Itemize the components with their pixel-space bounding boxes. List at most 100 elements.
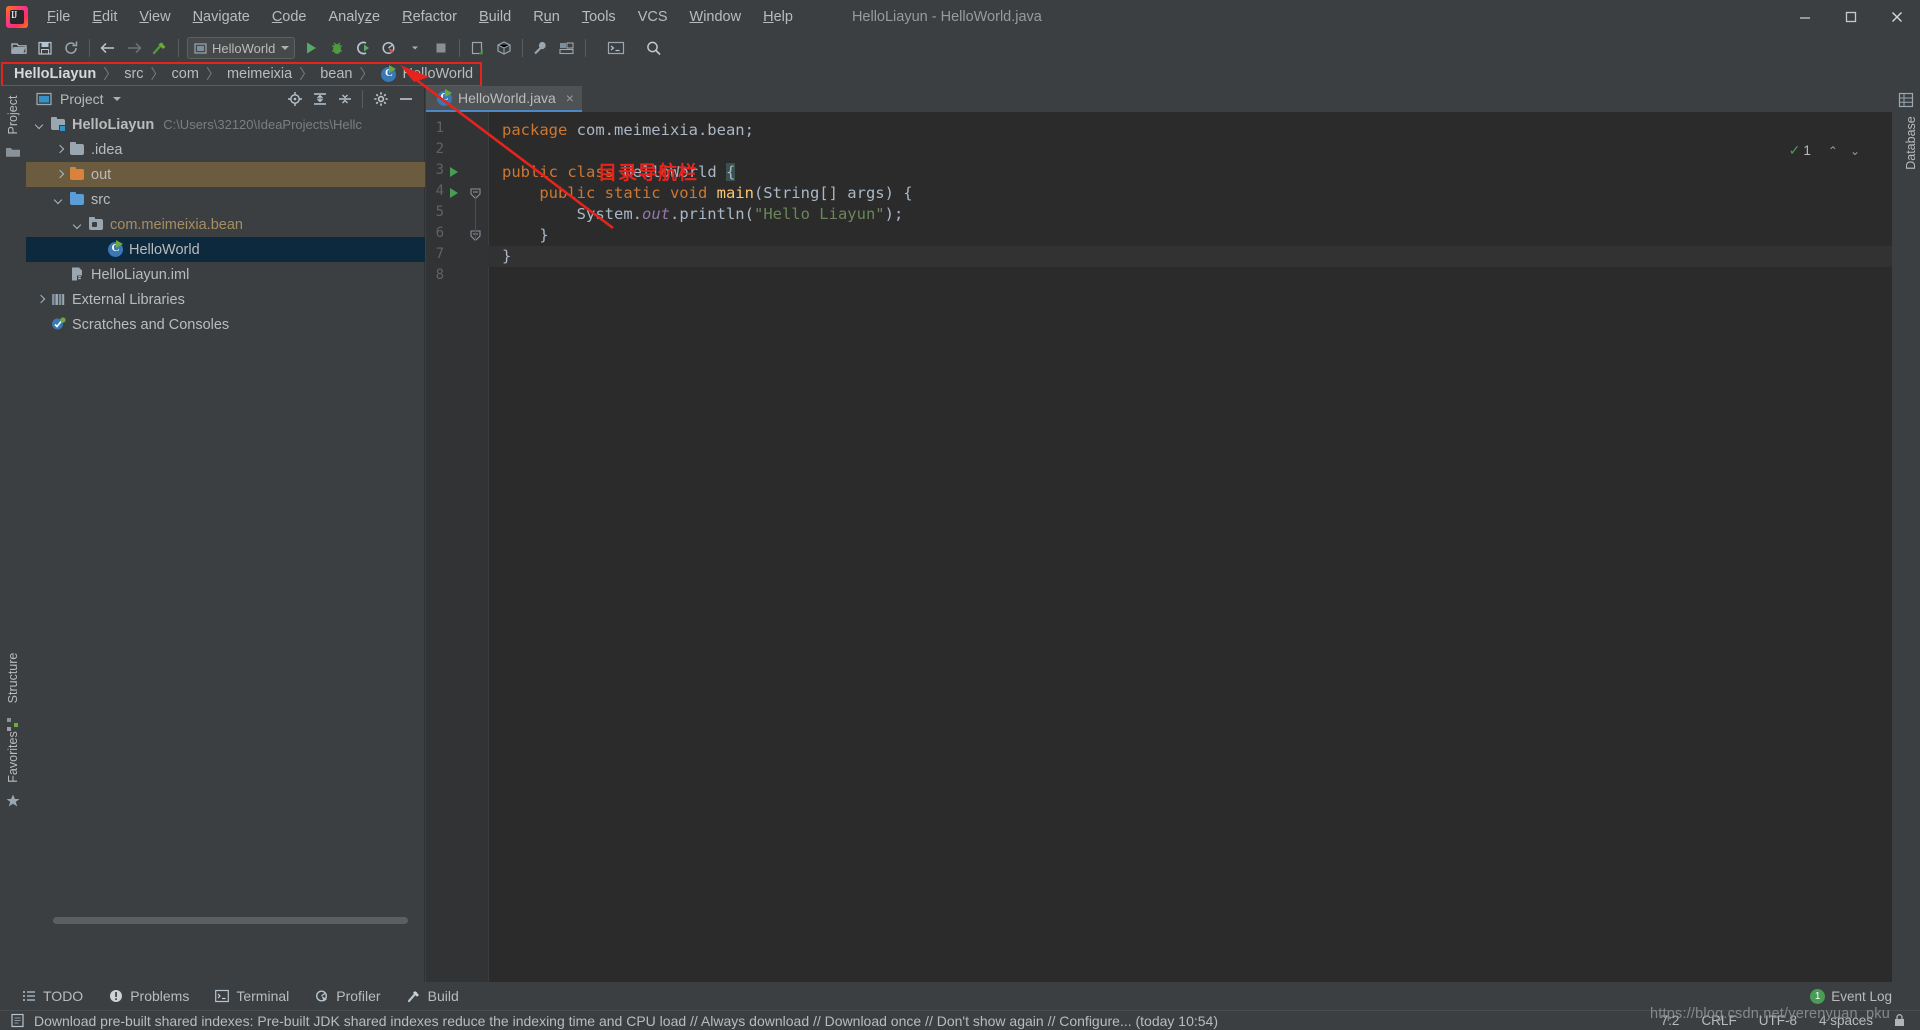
forward-arrow-icon[interactable] bbox=[121, 36, 147, 60]
run-gutter-icon[interactable] bbox=[450, 167, 458, 177]
project-horizontal-scrollbar[interactable] bbox=[53, 916, 423, 925]
locate-icon[interactable] bbox=[282, 88, 307, 110]
folder-icon[interactable] bbox=[5, 144, 21, 160]
project-structure-icon[interactable] bbox=[554, 36, 580, 60]
settings-gear-icon[interactable] bbox=[368, 88, 393, 110]
menu-item-refactor[interactable]: Refactor bbox=[391, 4, 468, 30]
profile-icon[interactable] bbox=[376, 36, 402, 60]
star-icon[interactable] bbox=[5, 793, 21, 809]
lock-icon[interactable] bbox=[1893, 1013, 1906, 1028]
tree-node-out[interactable]: out bbox=[26, 162, 425, 187]
stop-icon[interactable] bbox=[428, 36, 454, 60]
menu-item-build[interactable]: Build bbox=[468, 4, 522, 30]
tree-node-external-libraries[interactable]: External Libraries bbox=[26, 287, 425, 312]
code-content[interactable]: package com.meimeixia.bean; public class … bbox=[488, 112, 1892, 982]
status-button-profiler[interactable]: Profiler bbox=[315, 988, 381, 1004]
status-button-build[interactable]: Build bbox=[407, 988, 459, 1004]
navigation-breadcrumb-bar[interactable]: HelloLiayun 〉 src 〉 com 〉 meimeixia 〉 bean 〉 Hello… bbox=[0, 62, 1920, 86]
project-tree[interactable]: HelloLiayun C:\Users\32120\IdeaProjects\H… bbox=[26, 112, 425, 337]
breadcrumb-bean[interactable]: bean bbox=[320, 66, 352, 82]
debug-icon[interactable] bbox=[324, 36, 350, 60]
menu-item-run[interactable]: Run bbox=[522, 4, 571, 30]
tree-node-src[interactable]: src bbox=[26, 187, 425, 212]
code-line-1[interactable]: package com.meimeixia.bean; bbox=[502, 120, 754, 141]
breadcrumb-helloworld[interactable]: HelloWorld bbox=[380, 65, 473, 82]
scrollbar-thumb[interactable] bbox=[53, 917, 408, 924]
status-button-terminal[interactable]: Terminal bbox=[215, 988, 289, 1004]
tree-node-com-meimeixia-bean[interactable]: com.meimeixia.bean bbox=[26, 212, 425, 237]
code-line-5[interactable]: System.out.println("Hello Liayun"); bbox=[502, 204, 904, 225]
menu-item-navigate[interactable]: Navigate bbox=[182, 4, 261, 30]
breadcrumb-src[interactable]: src bbox=[124, 66, 143, 82]
chevron-right-icon[interactable] bbox=[53, 168, 66, 181]
menu-item-code[interactable]: Code bbox=[261, 4, 318, 30]
chevron-down-icon-project[interactable] bbox=[112, 97, 121, 101]
sync-icon[interactable] bbox=[58, 36, 84, 60]
run-configuration-selector[interactable]: HelloWorld bbox=[187, 37, 296, 59]
settings-wrench-icon[interactable] bbox=[528, 36, 554, 60]
status-button-todo[interactable]: TODO bbox=[22, 988, 83, 1004]
maximize-button[interactable] bbox=[1828, 0, 1874, 34]
hide-panel-icon[interactable] bbox=[393, 88, 418, 110]
editor-tab-helloworld[interactable]: HelloWorld.java × bbox=[426, 86, 582, 112]
inspection-next-icon[interactable]: ⌄ bbox=[1850, 144, 1860, 158]
tree-node-label: HelloWorld bbox=[129, 241, 200, 258]
code-line-4[interactable]: public static void main(String[] args) { bbox=[502, 183, 912, 204]
close-icon[interactable]: × bbox=[566, 90, 574, 106]
chevron-right-icon[interactable] bbox=[53, 143, 66, 156]
tool-window-button-structure[interactable]: Structure bbox=[6, 643, 20, 713]
editor-gutter[interactable]: 1 2 3 4 5 6 7 8 bbox=[426, 112, 488, 982]
breadcrumb-meimeixia[interactable]: meimeixia bbox=[227, 66, 292, 82]
chevron-down-icon-2[interactable] bbox=[402, 36, 428, 60]
database-grid-icon[interactable] bbox=[1898, 92, 1914, 108]
folder-gray-icon bbox=[69, 141, 86, 158]
status-tool-buttons: TODO Problems Terminal Profiler Build bbox=[0, 982, 1920, 1010]
code-editor[interactable]: 12345678 package com.meimeixia.bean; publ… bbox=[426, 112, 1892, 982]
code-line-7[interactable]: } bbox=[488, 246, 1892, 267]
back-arrow-icon[interactable] bbox=[95, 36, 121, 60]
package-icon[interactable] bbox=[491, 36, 517, 60]
notification-text[interactable]: Download pre-built shared indexes: Pre-b… bbox=[34, 1013, 1218, 1029]
tree-node--idea[interactable]: .idea bbox=[26, 137, 425, 162]
inspection-widget[interactable]: ✓ 1 ⌃ ⌄ bbox=[1789, 142, 1866, 159]
menu-item-tools[interactable]: Tools bbox=[571, 4, 627, 30]
menu-item-edit[interactable]: Edit bbox=[81, 4, 128, 30]
menu-item-view[interactable]: View bbox=[128, 4, 181, 30]
menu-item-file[interactable]: File bbox=[36, 4, 81, 30]
tree-node-scratches-and-consoles[interactable]: Scratches and Consoles bbox=[26, 312, 425, 337]
menu-item-window[interactable]: Window bbox=[679, 4, 753, 30]
tree-node-helloworld[interactable]: HelloWorld bbox=[26, 237, 425, 262]
save-icon[interactable] bbox=[32, 36, 58, 60]
close-button[interactable] bbox=[1874, 0, 1920, 34]
status-button-problems[interactable]: Problems bbox=[109, 988, 189, 1004]
tree-node-helloliayun-iml[interactable]: HelloLiayun.iml bbox=[26, 262, 425, 287]
chevron-down-icon[interactable] bbox=[53, 193, 66, 206]
run-coverage-icon[interactable] bbox=[350, 36, 376, 60]
update-project-icon[interactable] bbox=[465, 36, 491, 60]
menu-item-vcs[interactable]: VCS bbox=[627, 4, 679, 30]
open-folder-icon[interactable] bbox=[6, 36, 32, 60]
csdn-watermark: https://blog.csdn.net/yerenyuan_pku bbox=[1650, 1006, 1890, 1022]
terminal-icon[interactable] bbox=[603, 36, 629, 60]
collapse-all-icon[interactable] bbox=[332, 88, 357, 110]
package-icon bbox=[88, 216, 105, 233]
run-icon[interactable] bbox=[298, 36, 324, 60]
tree-node-helloliayun[interactable]: HelloLiayun C:\Users\32120\IdeaProjects\H… bbox=[26, 112, 425, 137]
minimize-button[interactable] bbox=[1782, 0, 1828, 34]
breadcrumb-helloliayun[interactable]: HelloLiayun bbox=[14, 66, 96, 82]
tool-window-button-project[interactable]: Project bbox=[6, 87, 20, 143]
tool-window-button-database[interactable]: Database bbox=[1904, 108, 1918, 178]
menu-item-help[interactable]: Help bbox=[752, 4, 804, 30]
search-icon[interactable] bbox=[641, 36, 667, 60]
chevron-down-icon[interactable] bbox=[34, 118, 47, 131]
breadcrumb-com[interactable]: com bbox=[172, 66, 199, 82]
run-gutter-icon[interactable] bbox=[450, 188, 458, 198]
build-hammer-icon[interactable] bbox=[147, 36, 173, 60]
inspection-prev-icon[interactable]: ⌃ bbox=[1828, 144, 1838, 158]
expand-all-icon[interactable] bbox=[307, 88, 332, 110]
menu-item-analyze[interactable]: Analyze bbox=[318, 4, 392, 30]
tool-window-button-favorites[interactable]: Favorites bbox=[6, 722, 20, 792]
chevron-down-icon[interactable] bbox=[72, 218, 85, 231]
code-line-6[interactable]: } bbox=[502, 225, 548, 246]
chevron-right-icon[interactable] bbox=[34, 293, 47, 306]
